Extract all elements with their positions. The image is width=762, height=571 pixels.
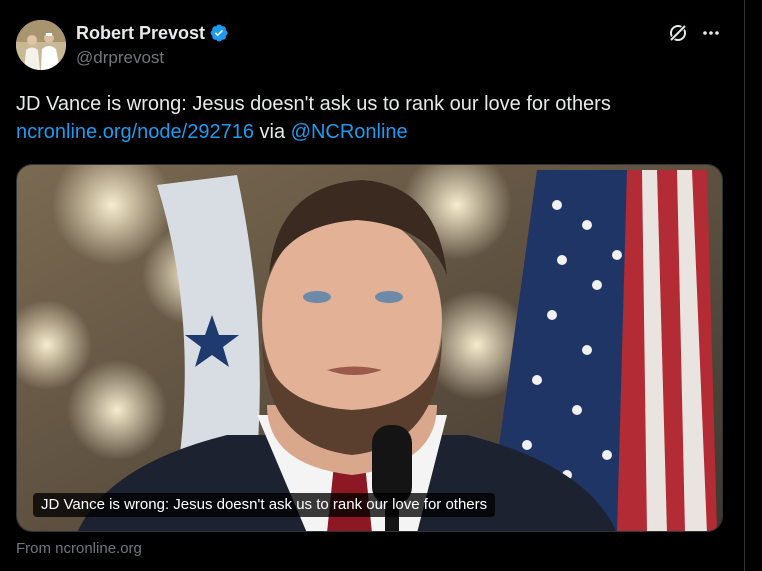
verified-badge-icon	[209, 23, 229, 43]
article-link[interactable]: ncronline.org/node/292716	[16, 121, 254, 143]
tweet-links-line: ncronline.org/node/292716 via @NCRonline	[16, 118, 726, 146]
more-options-icon[interactable]	[701, 24, 721, 42]
card-image	[17, 165, 722, 531]
link-preview-card[interactable]: JD Vance is wrong: Jesus doesn't ask us …	[16, 164, 723, 532]
avatar[interactable]	[16, 20, 66, 70]
author-handle[interactable]: @drprevost	[76, 47, 164, 69]
grok-icon[interactable]	[667, 22, 689, 44]
tweet-text-line: JD Vance is wrong: Jesus doesn't ask us …	[16, 93, 611, 115]
card-source[interactable]: From ncronline.org	[16, 539, 142, 559]
column-divider	[744, 0, 745, 571]
via-text: via	[253, 121, 291, 143]
author-name-row[interactable]: Robert Prevost	[76, 22, 229, 44]
tweet[interactable]: Robert Prevost @drprevost JD Vance is wr…	[0, 0, 744, 571]
display-name[interactable]: Robert Prevost	[76, 22, 205, 44]
mention-link[interactable]: @NCRonline	[291, 121, 408, 143]
card-caption: JD Vance is wrong: Jesus doesn't ask us …	[33, 493, 496, 517]
tweet-text: JD Vance is wrong: Jesus doesn't ask us …	[16, 90, 726, 146]
